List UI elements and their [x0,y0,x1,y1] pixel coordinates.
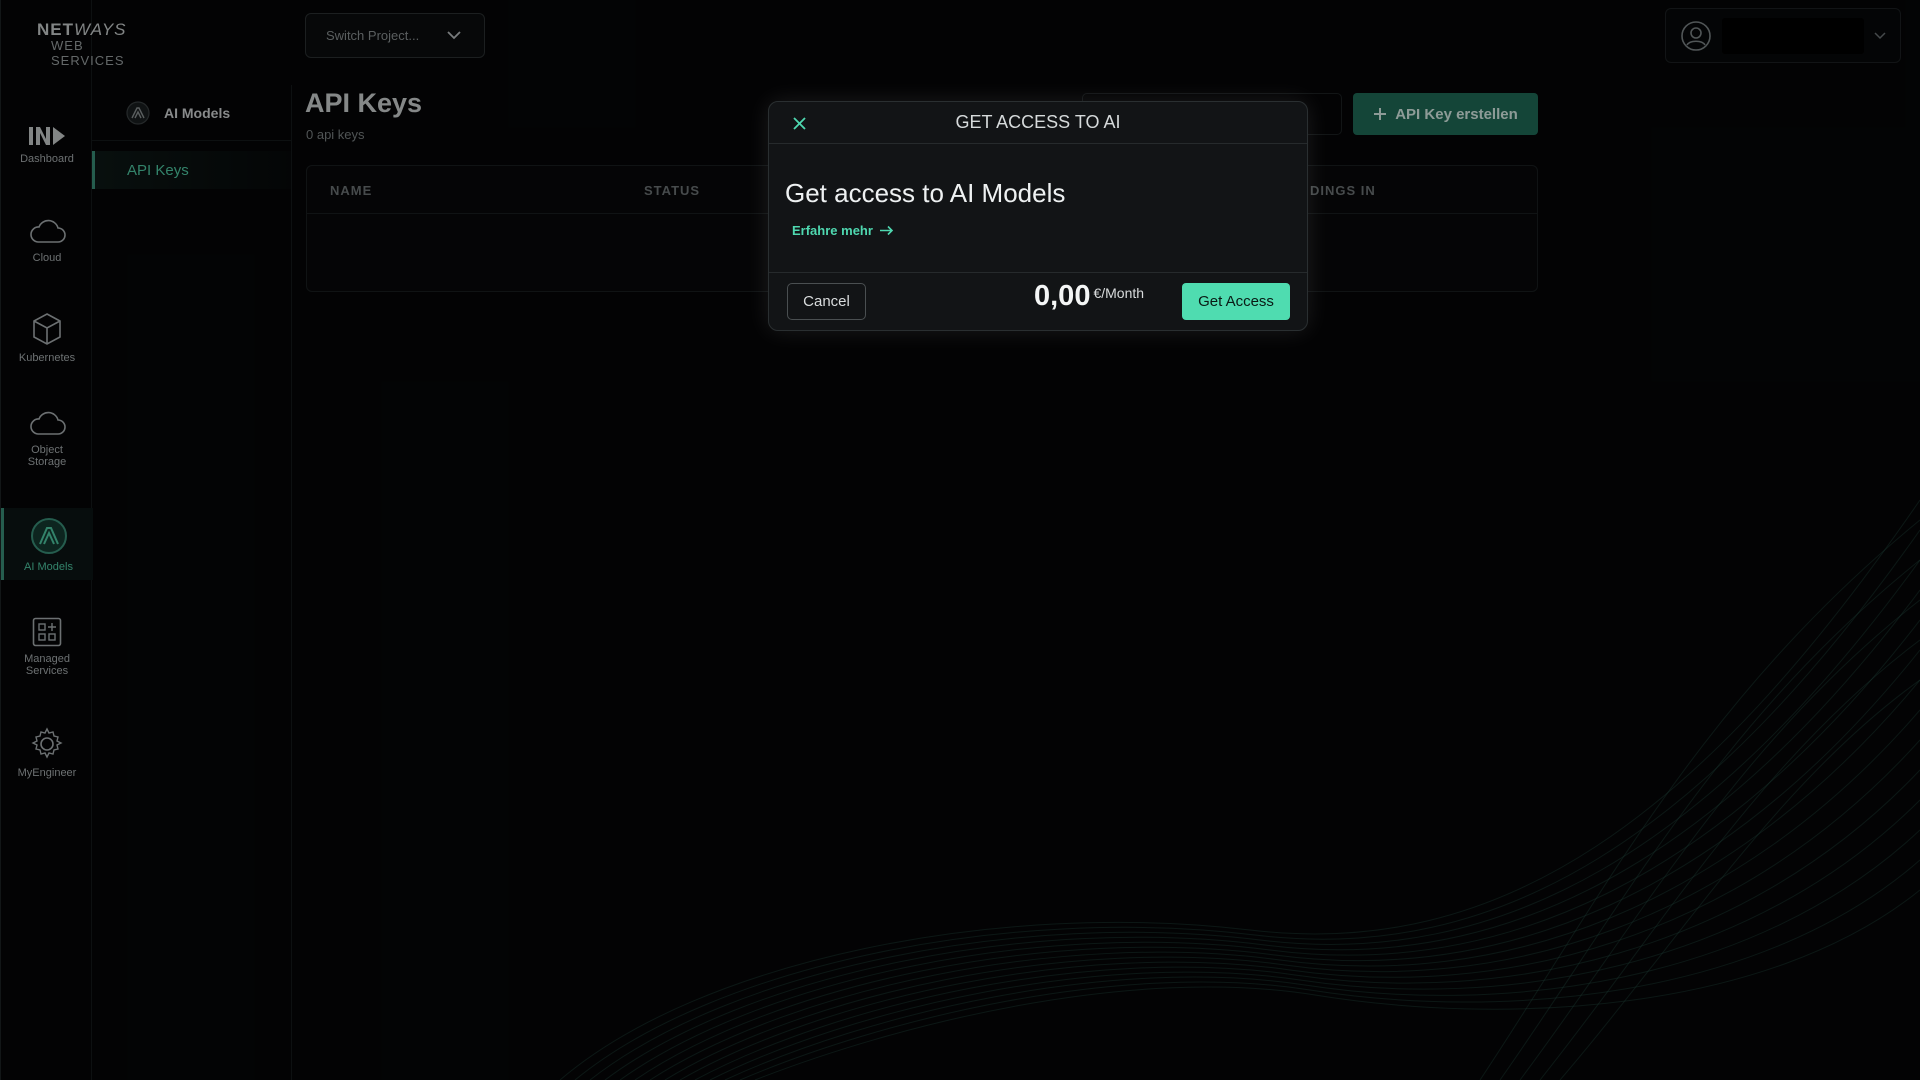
cancel-button[interactable]: Cancel [787,283,866,320]
modal-heading: Get access to AI Models [785,178,1066,208]
price-value: 0,00 [1034,280,1091,312]
arrow-right-icon [879,225,894,236]
modal-close-button[interactable] [789,113,809,133]
learn-more-link[interactable]: Erfahre mehr [792,223,894,238]
modal-footer: Cancel 0,00 €/Month Get Access [769,273,1307,331]
modal-body: Get access to AI Models Erfahre mehr [769,144,1307,273]
learn-more-label: Erfahre mehr [792,223,873,238]
price-unit: €/Month [1093,285,1145,301]
modal-header: GET ACCESS TO AI [769,102,1307,144]
get-access-modal: GET ACCESS TO AI Get access to AI Models… [768,101,1308,331]
price-display: 0,00 €/Month [1034,280,1144,313]
get-access-button[interactable]: Get Access [1182,283,1290,320]
modal-title: GET ACCESS TO AI [955,112,1121,132]
close-icon [792,116,806,130]
